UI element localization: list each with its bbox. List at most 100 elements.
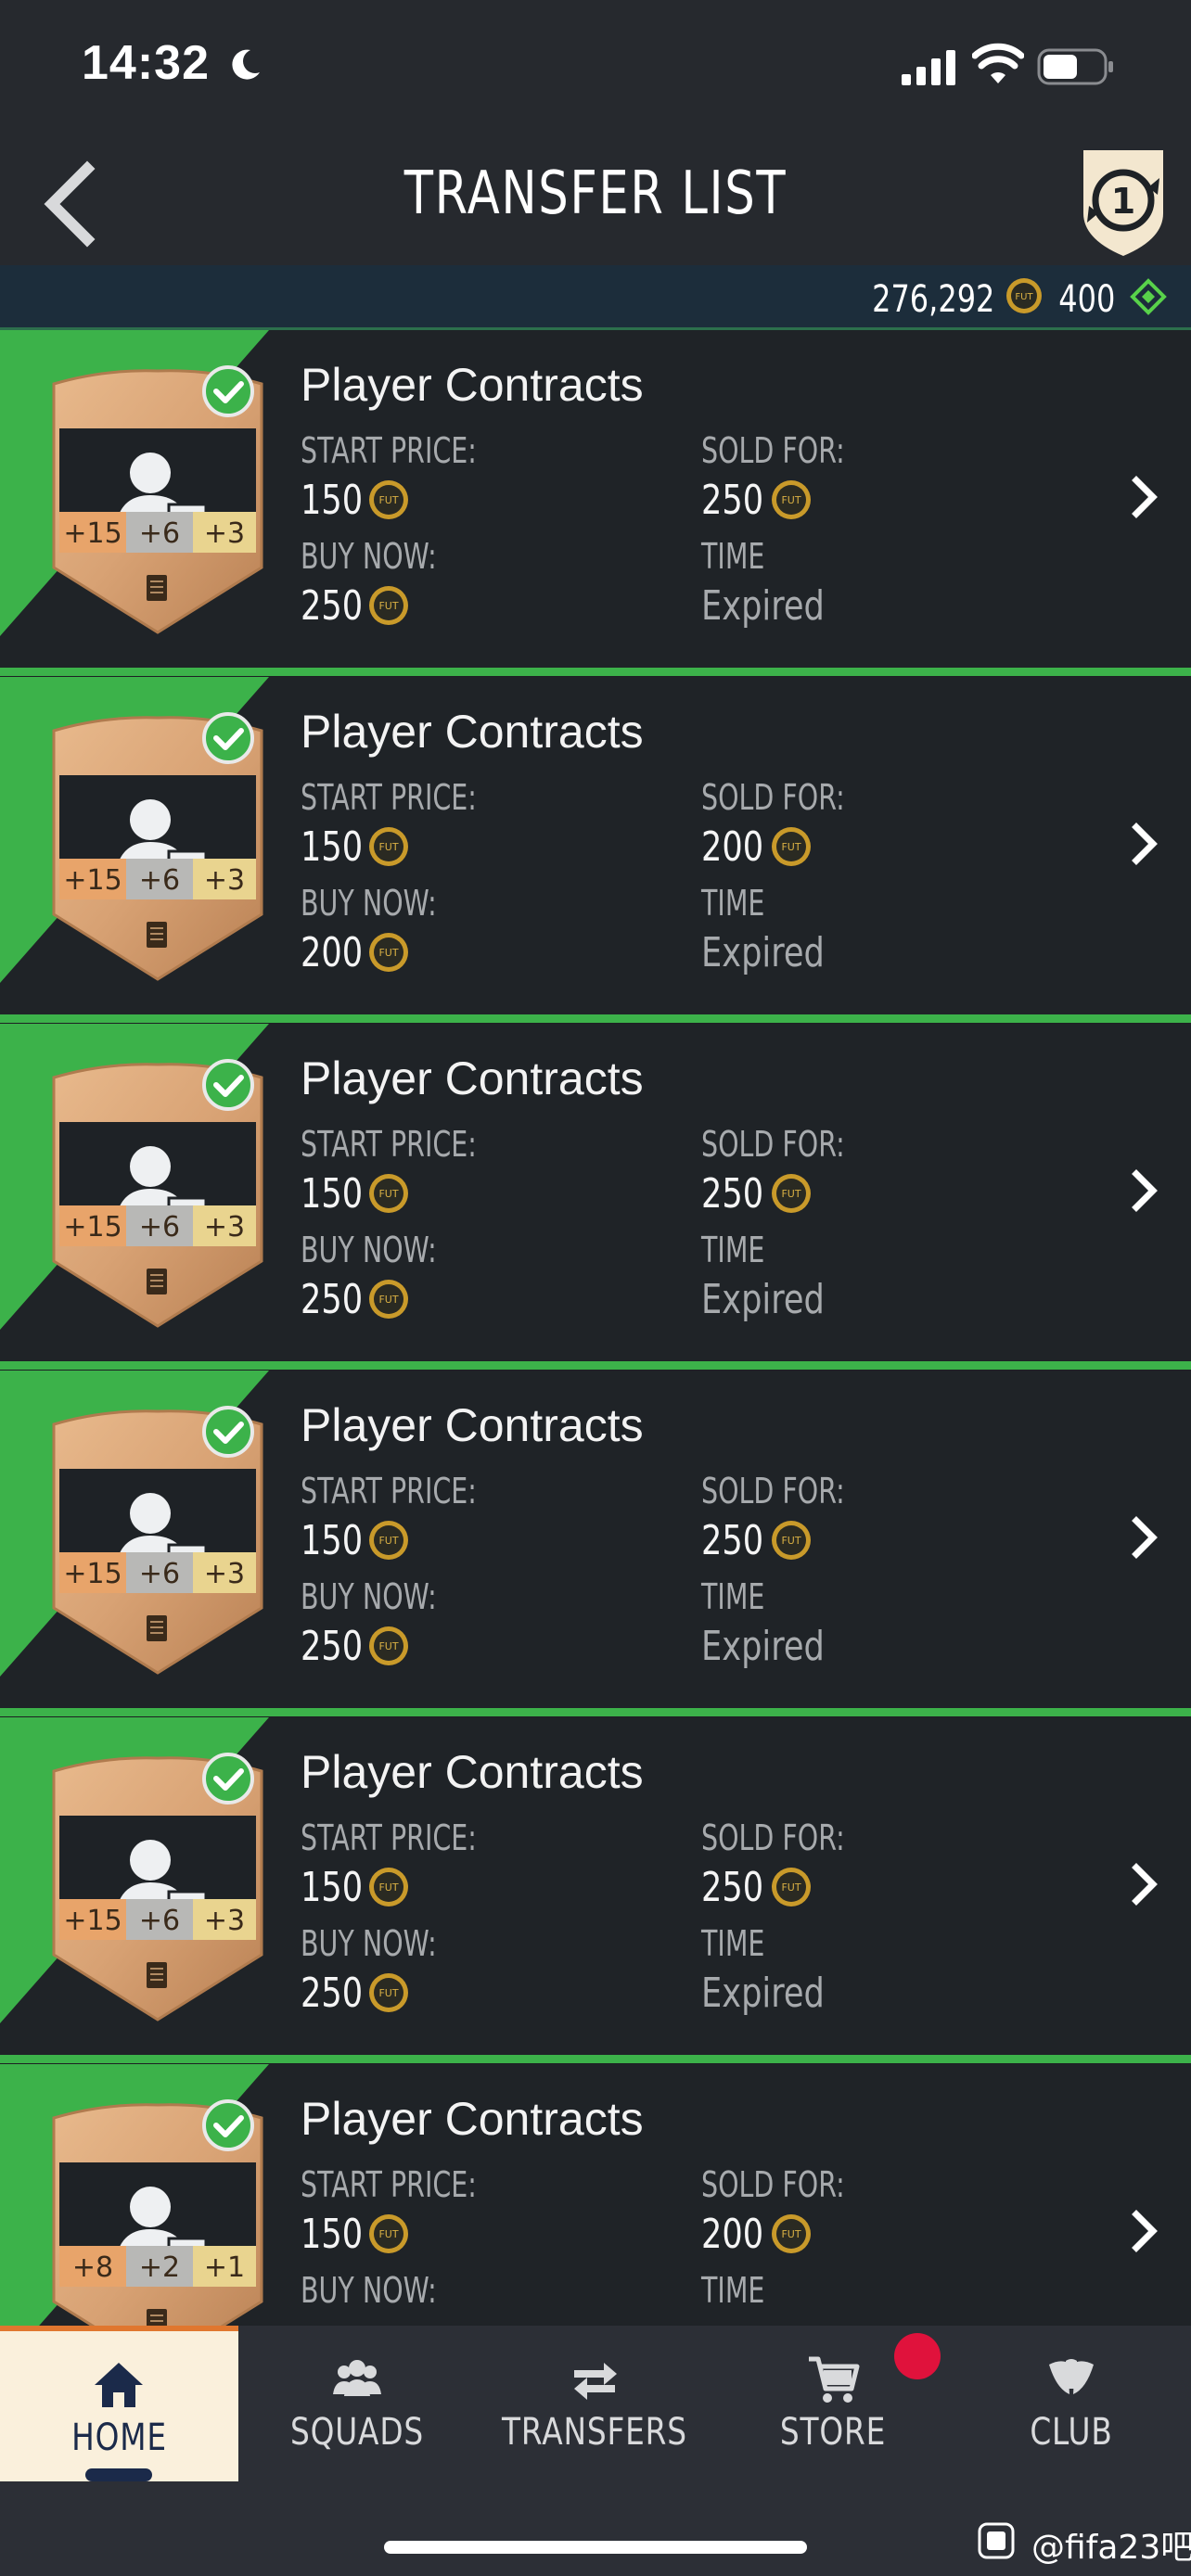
item-name: Player Contracts — [301, 1399, 644, 1451]
svg-text:FUT: FUT — [378, 1535, 398, 1547]
chevron-right-icon[interactable] — [1127, 1856, 1164, 1912]
contract-card: +15 +6 +3 — [52, 712, 263, 981]
list-divider — [0, 668, 1191, 677]
chevron-right-icon[interactable] — [1127, 1510, 1164, 1565]
header: TRANSFER LIST 1 — [0, 139, 1191, 265]
tab-home[interactable]: HOME — [0, 2326, 238, 2481]
tab-transfers[interactable]: TRANSFERS — [476, 2326, 713, 2481]
battery-icon — [1037, 48, 1113, 85]
svg-text:FUT: FUT — [378, 600, 398, 612]
coin-icon: FUT — [369, 933, 408, 972]
svg-text:FUT: FUT — [781, 1535, 800, 1547]
tab-club[interactable]: CLUB — [953, 2326, 1190, 2481]
buy-now-label: BUY NOW: — [301, 1576, 437, 1617]
tab-squads-label: SQUADS — [289, 2411, 425, 2454]
svg-text:FUT: FUT — [378, 1188, 398, 1200]
coin-icon: FUT — [772, 2214, 811, 2253]
sold-for-label: SOLD FOR: — [701, 1817, 845, 1858]
coin-icon: FUT — [369, 480, 408, 519]
list-divider — [0, 1361, 1191, 1371]
boost-value: +15 — [63, 1558, 122, 1590]
coin-icon: FUT — [772, 480, 811, 519]
boost-value: +3 — [204, 1905, 245, 1937]
list-item[interactable]: +15 +6 +3 Player Contracts START PRICE: … — [0, 330, 1191, 668]
item-name: Player Contracts — [301, 2093, 644, 2145]
coin-icon: FUT — [369, 2214, 408, 2253]
start-price-label: START PRICE: — [301, 1124, 477, 1165]
list-item[interactable]: +15 +6 +3 Player Contracts START PRICE: … — [0, 1371, 1191, 1708]
status-bar: 14:32 — [0, 0, 1191, 139]
buy-now-label: BUY NOW: — [301, 2270, 437, 2311]
time-value: Expired — [701, 1623, 825, 1670]
svg-text:FUT: FUT — [378, 1987, 398, 1999]
home-icon — [95, 2363, 143, 2407]
boost-value: +6 — [139, 1211, 180, 1243]
squads-icon — [333, 2360, 381, 2396]
list-item[interactable]: +8 +2 +1 Player Contracts START PRICE: 1… — [0, 2064, 1191, 2326]
time-label: TIME — [701, 1576, 765, 1617]
boost-value: +6 — [139, 1558, 180, 1590]
fifa-points-icon — [1130, 278, 1167, 315]
start-price-label: START PRICE: — [301, 1471, 477, 1511]
sold-for-value: 200 — [701, 2211, 764, 2258]
start-price-label: START PRICE: — [301, 2164, 477, 2205]
coin-icon: FUT — [772, 1868, 811, 1906]
start-price-label: START PRICE: — [301, 430, 477, 471]
currency-bar: 276,292 FUT 400 — [0, 265, 1191, 330]
list-divider — [0, 1708, 1191, 1717]
contract-card: +15 +6 +3 — [52, 365, 263, 634]
sold-for-value: 250 — [701, 1170, 764, 1218]
list-item[interactable]: +15 +6 +3 Player Contracts START PRICE: … — [0, 1717, 1191, 2055]
list-divider-line — [0, 668, 1191, 676]
fifa-points-balance: 400 — [1057, 278, 1115, 321]
buy-now-value: 250 — [301, 1276, 364, 1323]
boost-value: +3 — [204, 1211, 245, 1243]
svg-text:FUT: FUT — [378, 1881, 398, 1894]
tab-squads[interactable]: SQUADS — [238, 2326, 476, 2481]
coin-icon: FUT — [772, 1174, 811, 1213]
watermark-logo-icon — [978, 2522, 1015, 2559]
list-divider-line — [0, 1361, 1191, 1370]
home-indicator[interactable] — [384, 2541, 807, 2554]
back-button[interactable] — [37, 158, 102, 250]
start-price-value: 150 — [301, 1864, 364, 1911]
boost-value: +6 — [139, 517, 180, 550]
start-price-value: 150 — [301, 823, 364, 871]
store-icon — [809, 2356, 860, 2403]
svg-text:FUT: FUT — [378, 1640, 398, 1652]
start-price-value: 150 — [301, 1517, 364, 1564]
chevron-right-icon[interactable] — [1127, 469, 1164, 525]
page-title: TRANSFER LIST — [403, 159, 788, 228]
time-value: Expired — [701, 929, 825, 976]
list-item[interactable]: +15 +6 +3 Player Contracts START PRICE: … — [0, 677, 1191, 1014]
buy-now-label: BUY NOW: — [301, 536, 437, 577]
tab-store-label: STORE — [779, 2411, 887, 2454]
coin-icon: FUT — [369, 827, 408, 866]
chevron-right-icon[interactable] — [1127, 1163, 1164, 1218]
svg-text:FUT: FUT — [781, 2228, 800, 2240]
tab-home-label: HOME — [71, 2417, 167, 2459]
contract-card: +8 +2 +1 — [52, 2099, 263, 2326]
boost-value: +3 — [204, 1558, 245, 1590]
time-label: TIME — [701, 1230, 765, 1270]
buy-now-label: BUY NOW: — [301, 883, 437, 924]
moon-icon — [232, 49, 260, 80]
svg-text:FUT: FUT — [781, 1188, 800, 1200]
svg-text:FUT: FUT — [378, 2228, 398, 2240]
item-name: Player Contracts — [301, 1746, 644, 1798]
boost-value: +6 — [139, 864, 180, 897]
item-name: Player Contracts — [301, 706, 644, 758]
list-item[interactable]: +15 +6 +3 Player Contracts START PRICE: … — [0, 1024, 1191, 1361]
time-label: TIME — [701, 1923, 765, 1964]
chevron-right-icon[interactable] — [1127, 2203, 1164, 2259]
chevron-right-icon[interactable] — [1127, 816, 1164, 872]
boost-value: +3 — [204, 517, 245, 550]
objectives-button[interactable]: 1 — [1074, 147, 1172, 260]
wifi-icon — [972, 43, 1024, 83]
coin-icon: FUT — [1006, 278, 1042, 313]
svg-text:FUT: FUT — [781, 1881, 800, 1894]
time-label: TIME — [701, 2270, 765, 2311]
contract-card: +15 +6 +3 — [52, 1753, 263, 2021]
sold-for-label: SOLD FOR: — [701, 777, 845, 818]
sold-for-label: SOLD FOR: — [701, 2164, 845, 2205]
